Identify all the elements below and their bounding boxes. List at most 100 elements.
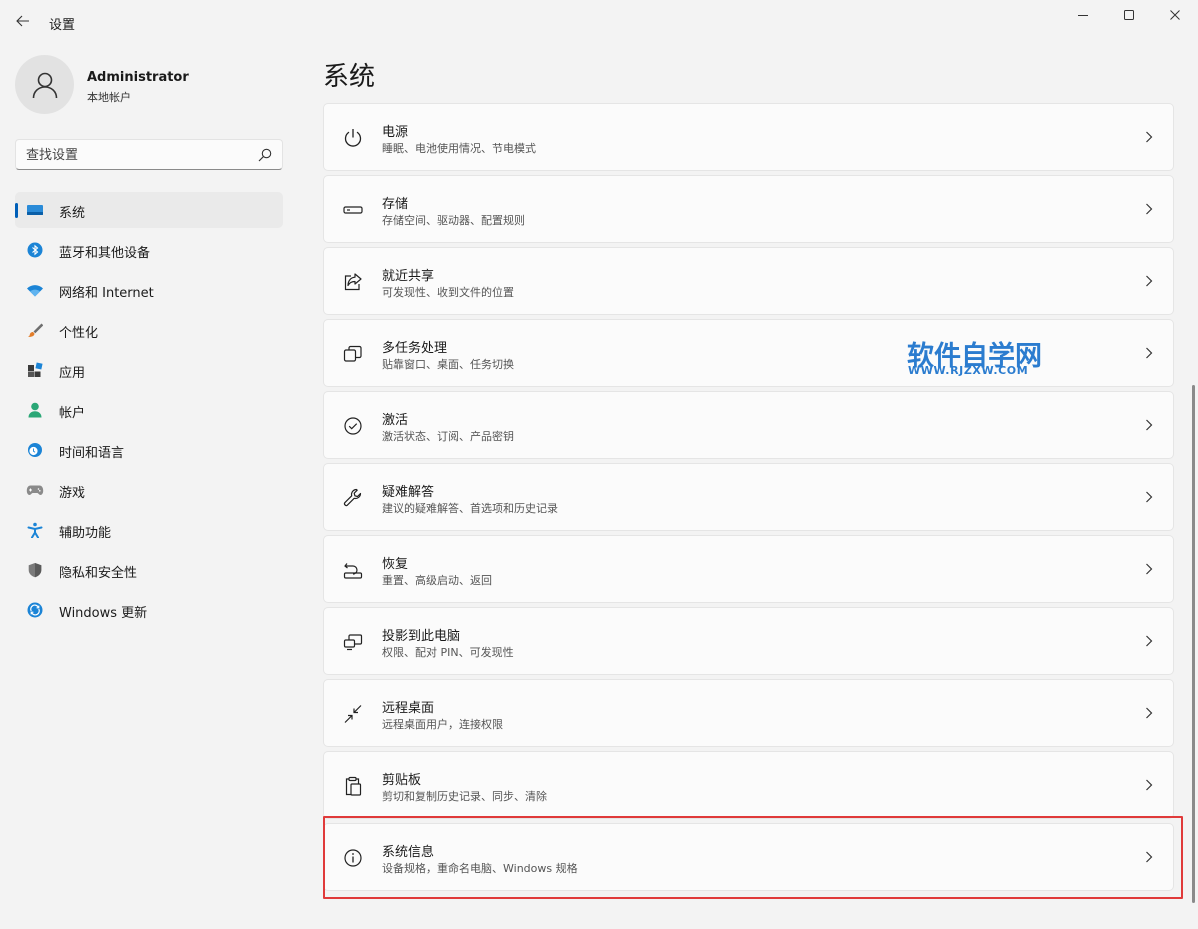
card-title: 系统信息 bbox=[382, 845, 435, 860]
card-title: 远程桌面 bbox=[382, 701, 435, 716]
sidebar-item-apps[interactable]: 应用 bbox=[15, 352, 283, 388]
sidebar-item-windows-update[interactable]: Windows 更新 bbox=[15, 592, 283, 628]
card-title: 疑难解答 bbox=[382, 485, 435, 500]
sidebar-item-personalization[interactable]: 个性化 bbox=[15, 312, 283, 348]
sidebar-item-label: 蓝牙和其他设备 bbox=[59, 246, 151, 261]
sidebar-item-label: 个性化 bbox=[59, 326, 99, 341]
card-title: 投影到此电脑 bbox=[382, 629, 461, 644]
sidebar-item-system[interactable]: 系统 bbox=[15, 192, 283, 228]
maximize-button[interactable] bbox=[1106, 0, 1152, 30]
power-icon bbox=[342, 127, 364, 149]
card-activation[interactable]: 激活 激活状态、订阅、产品密钥 bbox=[323, 391, 1174, 459]
sidebar-item-gaming[interactable]: 游戏 bbox=[15, 472, 283, 508]
storage-icon bbox=[342, 199, 364, 221]
close-button[interactable] bbox=[1152, 0, 1198, 30]
time-language-icon bbox=[26, 441, 44, 459]
card-storage[interactable]: 存储 存储空间、驱动器、配置规则 bbox=[323, 175, 1174, 243]
back-arrow-icon bbox=[16, 15, 29, 27]
card-clipboard[interactable]: 剪贴板 剪切和复制历史记录、同步、清除 bbox=[323, 751, 1174, 819]
recovery-icon bbox=[342, 559, 364, 581]
chevron-right-icon bbox=[1143, 274, 1155, 288]
chevron-right-icon bbox=[1143, 850, 1155, 864]
sidebar-item-label: 应用 bbox=[59, 366, 86, 381]
card-system-info[interactable]: 系统信息 设备规格，重命名电脑、Windows 规格 bbox=[323, 823, 1174, 891]
profile-account-type: 本地帐户 bbox=[87, 91, 131, 104]
card-description: 可发现性、收到文件的位置 bbox=[382, 286, 514, 299]
search-icon[interactable] bbox=[258, 148, 272, 162]
sidebar-item-privacy[interactable]: 隐私和安全性 bbox=[15, 552, 283, 588]
gaming-icon bbox=[26, 481, 44, 499]
back-button[interactable] bbox=[10, 8, 36, 34]
card-description: 建议的疑难解答、首选项和历史记录 bbox=[382, 502, 558, 515]
card-title: 电源 bbox=[382, 125, 409, 140]
chevron-right-icon bbox=[1143, 778, 1155, 792]
sidebar-item-label: 时间和语言 bbox=[59, 446, 125, 461]
user-profile[interactable]: Administrator 本地帐户 bbox=[15, 55, 285, 115]
card-power[interactable]: 电源 睡眠、电池使用情况、节电模式 bbox=[323, 103, 1174, 171]
card-title: 就近共享 bbox=[382, 269, 435, 284]
sidebar-item-time-language[interactable]: 时间和语言 bbox=[15, 432, 283, 468]
card-title: 剪贴板 bbox=[382, 773, 422, 788]
apps-icon bbox=[26, 361, 44, 379]
card-title: 激活 bbox=[382, 413, 409, 428]
card-description: 剪切和复制历史记录、同步、清除 bbox=[382, 790, 547, 803]
privacy-icon bbox=[26, 561, 44, 579]
avatar bbox=[15, 55, 74, 114]
card-projection[interactable]: 投影到此电脑 权限、配对 PIN、可发现性 bbox=[323, 607, 1174, 675]
card-description: 激活状态、订阅、产品密钥 bbox=[382, 430, 514, 443]
troubleshoot-icon bbox=[342, 487, 364, 509]
sidebar-item-label: 辅助功能 bbox=[59, 526, 112, 541]
projection-icon bbox=[342, 631, 364, 653]
chevron-right-icon bbox=[1143, 562, 1155, 576]
info-icon bbox=[342, 847, 364, 869]
page-title: 系统 bbox=[323, 62, 376, 92]
search-input[interactable] bbox=[26, 146, 246, 164]
sidebar-item-label: 游戏 bbox=[59, 486, 86, 501]
scrollbar-thumb[interactable] bbox=[1192, 385, 1195, 903]
card-recovery[interactable]: 恢复 重置、高级启动、返回 bbox=[323, 535, 1174, 603]
card-description: 贴靠窗口、桌面、任务切换 bbox=[382, 358, 514, 371]
remote-desktop-icon bbox=[342, 703, 364, 725]
card-description: 睡眠、电池使用情况、节电模式 bbox=[382, 142, 536, 155]
sidebar-item-label: 网络和 Internet bbox=[59, 286, 154, 301]
sidebar-item-network[interactable]: 网络和 Internet bbox=[15, 272, 283, 308]
sidebar-item-bluetooth[interactable]: 蓝牙和其他设备 bbox=[15, 232, 283, 268]
card-description: 远程桌面用户，连接权限 bbox=[382, 718, 503, 731]
card-description: 权限、配对 PIN、可发现性 bbox=[382, 646, 514, 659]
card-nearby-sharing[interactable]: 就近共享 可发现性、收到文件的位置 bbox=[323, 247, 1174, 315]
user-icon bbox=[32, 72, 57, 98]
title-bar: 设置 bbox=[0, 0, 1198, 44]
minimize-button[interactable] bbox=[1060, 0, 1106, 30]
sidebar-item-accessibility[interactable]: 辅助功能 bbox=[15, 512, 283, 548]
card-remote-desktop[interactable]: 远程桌面 远程桌面用户，连接权限 bbox=[323, 679, 1174, 747]
card-troubleshoot[interactable]: 疑难解答 建议的疑难解答、首选项和历史记录 bbox=[323, 463, 1174, 531]
card-description: 存储空间、驱动器、配置规则 bbox=[382, 214, 525, 227]
search-box[interactable] bbox=[15, 139, 283, 170]
card-title: 多任务处理 bbox=[382, 341, 448, 356]
minimize-icon bbox=[1078, 15, 1088, 16]
share-icon bbox=[342, 271, 364, 293]
watermark-url: WWW.RJZXW.COM bbox=[908, 364, 1029, 377]
activation-icon bbox=[342, 415, 364, 437]
clipboard-icon bbox=[342, 775, 364, 797]
sidebar-item-label: Windows 更新 bbox=[59, 606, 148, 621]
accessibility-icon bbox=[26, 521, 44, 539]
sidebar-item-label: 隐私和安全性 bbox=[59, 566, 138, 581]
card-description: 设备规格，重命名电脑、Windows 规格 bbox=[382, 862, 578, 875]
accounts-icon bbox=[26, 401, 44, 419]
settings-list: 电源 睡眠、电池使用情况、节电模式 存储 存储空间、驱动器、配置规则 就近共享 … bbox=[323, 102, 1175, 929]
multitasking-icon bbox=[342, 343, 364, 365]
profile-name: Administrator bbox=[87, 70, 189, 85]
watermark: 软件自学网 WWW.RJZXW.COM bbox=[907, 334, 1057, 382]
chevron-right-icon bbox=[1143, 490, 1155, 504]
sidebar-item-accounts[interactable]: 帐户 bbox=[15, 392, 283, 428]
chevron-right-icon bbox=[1143, 346, 1155, 360]
settings-window: 设置 Administrator 本地帐户 查找设置 系统 蓝牙和其他设备 网络… bbox=[0, 0, 1198, 929]
personalization-icon bbox=[26, 321, 44, 339]
card-title: 恢复 bbox=[382, 557, 409, 572]
close-icon bbox=[1170, 10, 1180, 20]
maximize-icon bbox=[1124, 10, 1134, 20]
sidebar-nav: 系统 蓝牙和其他设备 网络和 Internet 个性化 应用 帐户 时间和语言 … bbox=[15, 192, 283, 632]
windows-update-icon bbox=[26, 601, 44, 619]
chevron-right-icon bbox=[1143, 706, 1155, 720]
